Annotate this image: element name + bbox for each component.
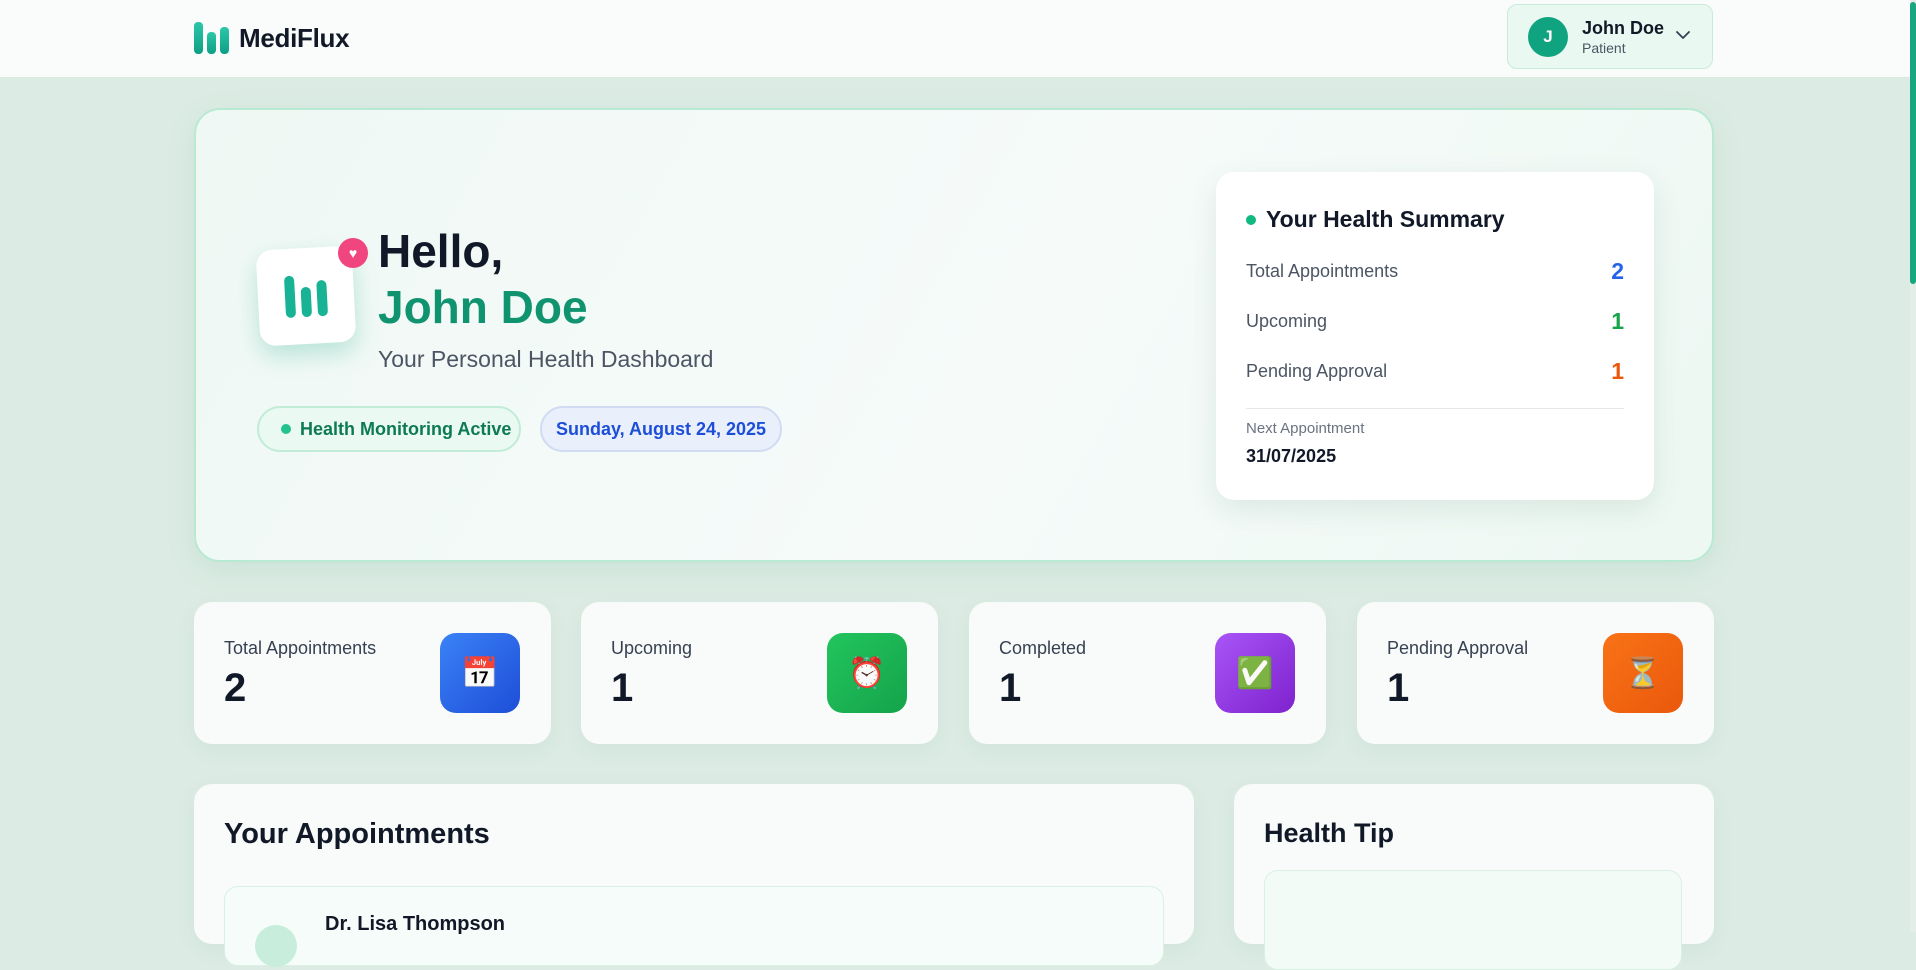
next-appointment-label: Next Appointment <box>1246 420 1365 437</box>
health-monitoring-label: Health Monitoring Active <box>300 418 512 439</box>
next-appointment-date: 31/07/2025 <box>1246 446 1337 466</box>
heart-icon: ♥ <box>338 238 368 268</box>
hourglass-icon: ⏳ <box>1603 633 1683 713</box>
app-logo[interactable]: MediFlux <box>194 22 350 54</box>
health-monitoring-badge: Health Monitoring Active <box>257 406 521 452</box>
appointments-panel: Your Appointments Dr. Lisa Thompson <box>194 784 1194 967</box>
stat-label: Completed <box>999 638 1087 658</box>
scrollbar-thumb[interactable] <box>1910 2 1916 284</box>
health-summary-card: Your Health Summary Total Appointments 2… <box>1216 172 1654 500</box>
app-name: MediFlux <box>239 22 350 53</box>
user-info: John Doe Patient <box>1582 17 1664 57</box>
chevron-down-icon <box>1676 31 1690 39</box>
summary-row-pending: Pending Approval 1 <box>1246 356 1624 386</box>
summary-row-upcoming: Upcoming 1 <box>1246 306 1624 336</box>
health-tip-title: Health Tip <box>1264 818 1395 848</box>
check-icon: ✅ <box>1215 633 1295 713</box>
date-badge: Sunday, August 24, 2025 <box>540 406 782 452</box>
doctor-avatar <box>255 925 297 967</box>
divider <box>1246 408 1624 409</box>
stat-card-pending-approval: Pending Approval 1 ⏳ <box>1357 602 1714 744</box>
summary-value: 2 <box>1611 257 1624 284</box>
stat-value: 1 <box>611 666 634 710</box>
doctor-name: Dr. Lisa Thompson <box>325 913 506 935</box>
health-summary-heading: Your Health Summary <box>1266 206 1505 232</box>
stat-value: 1 <box>999 666 1022 710</box>
summary-label: Pending Approval <box>1246 360 1388 381</box>
stat-label: Total Appointments <box>224 638 377 658</box>
appointment-item[interactable]: Dr. Lisa Thompson <box>224 886 1164 967</box>
stat-card-total-appointments: Total Appointments 2 📅 <box>194 602 551 744</box>
summary-label: Upcoming <box>1246 310 1328 331</box>
health-tip-panel: Health Tip <box>1234 784 1714 970</box>
stat-value: 2 <box>224 666 247 710</box>
summary-row-total: Total Appointments 2 <box>1246 256 1624 286</box>
stat-card-completed: Completed 1 ✅ <box>969 602 1326 744</box>
greeting: Hello, <box>378 225 504 277</box>
appointments-title: Your Appointments <box>224 818 490 850</box>
user-menu-button[interactable]: J John Doe Patient <box>1507 4 1713 69</box>
dashboard-subtitle: Your Personal Health Dashboard <box>378 346 714 372</box>
summary-value: 1 <box>1611 307 1624 334</box>
welcome-banner: ♥ Hello, John Doe Your Personal Health D… <box>194 108 1714 562</box>
stat-value: 1 <box>1387 666 1410 710</box>
top-navigation-bar: MediFlux J John Doe Patient <box>0 0 1910 78</box>
calendar-icon: 📅 <box>440 633 520 713</box>
user-name: John Doe <box>1582 17 1665 38</box>
stat-card-upcoming: Upcoming 1 ⏰ <box>581 602 938 744</box>
stat-label: Upcoming <box>611 638 693 658</box>
user-role: Patient <box>1582 39 1626 56</box>
summary-value: 1 <box>1611 357 1624 384</box>
patient-name: John Doe <box>378 281 588 333</box>
status-dot-icon <box>1246 214 1256 225</box>
current-date: Sunday, August 24, 2025 <box>555 418 767 439</box>
health-summary-title: Your Health Summary <box>1246 206 1505 233</box>
logo-bars-icon <box>194 22 229 54</box>
avatar: J <box>1528 16 1568 57</box>
status-dot-icon <box>281 424 291 434</box>
summary-label: Total Appointments <box>1246 260 1399 281</box>
health-tip-content <box>1264 870 1682 970</box>
alarm-clock-icon: ⏰ <box>827 633 907 713</box>
stat-label: Pending Approval <box>1387 638 1529 658</box>
page-scrollbar[interactable] <box>1910 0 1916 932</box>
